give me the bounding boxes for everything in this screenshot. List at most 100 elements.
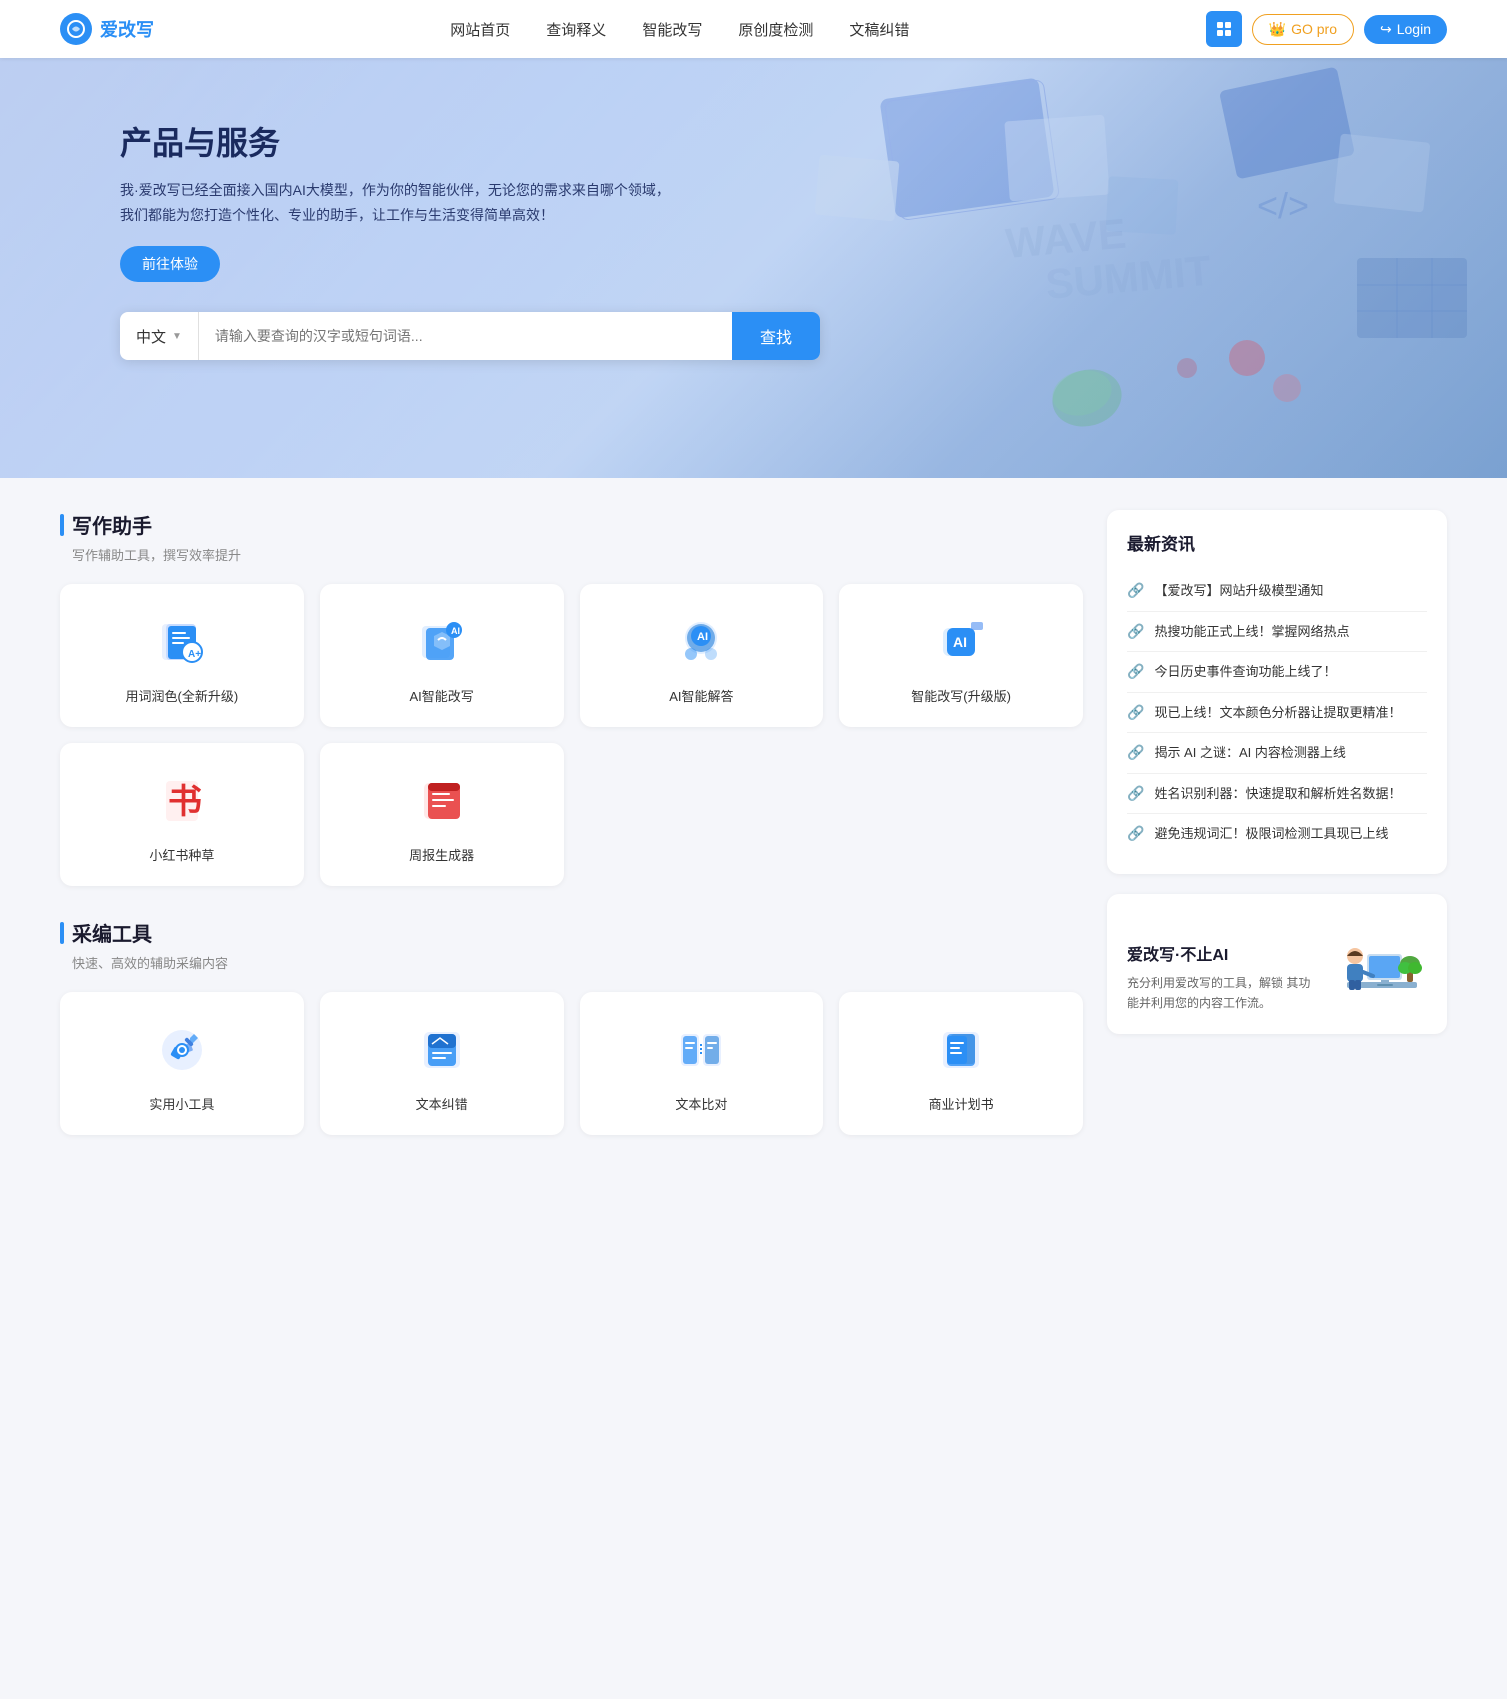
card-smart-rewrite-label: 智能改写(升级版) <box>911 686 1011 705</box>
main-right: 最新资讯 🔗 【爱改写】网站升级模型通知 🔗 热搜功能正式上线！掌握网络热点 🔗… <box>1107 510 1447 1167</box>
card-ai-rewrite[interactable]: AI AI智能改写 <box>320 584 564 727</box>
link-icon-4: 🔗 <box>1127 744 1144 761</box>
nav-proofread[interactable]: 文稿纠错 <box>849 19 909 40</box>
news-item-1[interactable]: 🔗 热搜功能正式上线！掌握网络热点 <box>1127 612 1427 653</box>
search-input[interactable] <box>199 312 732 360</box>
news-title: 最新资讯 <box>1127 530 1427 555</box>
news-panel: 最新资讯 🔗 【爱改写】网站升级模型通知 🔗 热搜功能正式上线！掌握网络热点 🔗… <box>1107 510 1447 874</box>
promo-illustration <box>1327 914 1427 1014</box>
promo-title: 爱改写·不止AI <box>1127 941 1317 965</box>
logo-icon <box>60 13 92 45</box>
svg-text:书: 书 <box>168 783 202 821</box>
login-icon: ↪ <box>1380 21 1392 38</box>
link-icon-6: 🔗 <box>1127 825 1144 842</box>
grid-button[interactable] <box>1206 11 1242 47</box>
promo-panel: 爱改写·不止AI 充分利用爱改写的工具，解锁 其功能并利用您的内容工作流。 <box>1107 894 1447 1034</box>
svg-text:A+: A+ <box>188 649 201 660</box>
card-ai-rewrite-label: AI智能改写 <box>409 686 473 705</box>
login-button[interactable]: ↪ Login <box>1364 15 1447 44</box>
card-smart-rewrite[interactable]: AI 智能改写(升级版) <box>839 584 1083 727</box>
news-item-5[interactable]: 🔗 姓名识别利器：快速提取和解析姓名数据！ <box>1127 774 1427 815</box>
svg-text:AI: AI <box>697 631 708 643</box>
nav-query[interactable]: 查询释义 <box>546 19 606 40</box>
news-text-6: 避免违规词汇！极限词检测工具现已上线 <box>1154 824 1388 844</box>
writing-cards-grid: A+ 用词润色(全新升级) AI <box>60 584 1083 886</box>
xiaohongshu-icon: 书 <box>152 771 212 831</box>
utility-tools-icon <box>152 1020 212 1080</box>
card-business-plan[interactable]: 商业计划书 <box>839 992 1083 1135</box>
card-ai-answer[interactable]: AI AI智能解答 <box>580 584 824 727</box>
card-writing-polish-label: 用词润色(全新升级) <box>126 686 239 705</box>
card-utility-tools[interactable]: 实用小工具 <box>60 992 304 1135</box>
card-text-correction-label: 文本纠错 <box>416 1094 468 1113</box>
logo-text: 爱改写 <box>100 16 154 42</box>
card-text-compare[interactable]: 文本比对 <box>580 992 824 1135</box>
nav-rewrite[interactable]: 智能改写 <box>642 19 702 40</box>
grid-icon <box>1217 22 1231 36</box>
search-bar: 中文 ▼ 查找 <box>120 312 820 360</box>
main-wrapper: 写作助手 写作辅助工具，撰写效率提升 <box>0 478 1507 1199</box>
hero-content: 产品与服务 我·爱改写已经全面接入国内AI大模型，作为你的智能伙伴，无论您的需求… <box>0 58 1507 282</box>
weekly-report-icon <box>412 771 472 831</box>
news-item-2[interactable]: 🔗 今日历史事件查询功能上线了！ <box>1127 652 1427 693</box>
text-compare-icon <box>671 1020 731 1080</box>
ai-answer-icon: AI <box>671 612 731 672</box>
card-text-compare-label: 文本比对 <box>675 1094 727 1113</box>
writing-section: 写作助手 写作辅助工具，撰写效率提升 <box>60 510 1083 886</box>
tools-title-bar <box>60 922 64 944</box>
promo-content: 爱改写·不止AI 充分利用爱改写的工具，解锁 其功能并利用您的内容工作流。 <box>1127 941 1317 1014</box>
link-icon-5: 🔗 <box>1127 785 1144 802</box>
search-button[interactable]: 查找 <box>732 312 820 360</box>
writing-section-desc: 写作辅助工具，撰写效率提升 <box>72 545 1083 564</box>
writing-section-title: 写作助手 <box>60 510 1083 539</box>
news-item-3[interactable]: 🔗 现已上线！文本颜色分析器让提取更精准！ <box>1127 693 1427 734</box>
title-bar <box>60 514 64 536</box>
smart-rewrite-icon: AI <box>931 612 991 672</box>
link-icon-3: 🔗 <box>1127 704 1144 721</box>
card-utility-tools-label: 实用小工具 <box>149 1094 214 1113</box>
card-writing-polish[interactable]: A+ 用词润色(全新升级) <box>60 584 304 727</box>
news-item-0[interactable]: 🔗 【爱改写】网站升级模型通知 <box>1127 571 1427 612</box>
tools-cards-grid: 实用小工具 <box>60 992 1083 1135</box>
nav-actions: 👑 GO pro ↪ Login <box>1206 11 1447 47</box>
chevron-down-icon: ▼ <box>172 331 182 342</box>
card-weekly-report-label: 周报生成器 <box>409 845 474 864</box>
news-item-6[interactable]: 🔗 避免违规词汇！极限词检测工具现已上线 <box>1127 814 1427 854</box>
language-selector[interactable]: 中文 ▼ <box>120 312 199 360</box>
crown-icon: 👑 <box>1269 21 1286 38</box>
hero-title: 产品与服务 <box>120 118 1507 164</box>
news-text-5: 姓名识别利器：快速提取和解析姓名数据！ <box>1154 784 1401 804</box>
link-icon-0: 🔗 <box>1127 582 1144 599</box>
hero-desc: 我·爱改写已经全面接入国内AI大模型，作为你的智能伙伴，无论您的需求来自哪个领域… <box>120 178 680 228</box>
main-left: 写作助手 写作辅助工具，撰写效率提升 <box>60 510 1083 1167</box>
ai-rewrite-icon: AI <box>412 612 472 672</box>
link-icon-1: 🔗 <box>1127 623 1144 640</box>
go-pro-button[interactable]: 👑 GO pro <box>1252 14 1354 45</box>
news-text-2: 今日历史事件查询功能上线了！ <box>1154 662 1336 682</box>
news-text-0: 【爱改写】网站升级模型通知 <box>1154 581 1323 601</box>
card-weekly-report[interactable]: 周报生成器 <box>320 743 564 886</box>
card-xiaohongshu-label: 小红书种草 <box>149 845 214 864</box>
try-button[interactable]: 前往体验 <box>120 246 220 282</box>
card-xiaohongshu[interactable]: 书 小红书种草 <box>60 743 304 886</box>
nav-home[interactable]: 网站首页 <box>450 19 510 40</box>
news-item-4[interactable]: 🔗 揭示 AI 之谜：AI 内容检测器上线 <box>1127 733 1427 774</box>
logo[interactable]: 爱改写 <box>60 13 154 45</box>
tools-section-desc: 快速、高效的辅助采编内容 <box>72 953 1083 972</box>
text-correction-icon <box>412 1020 472 1080</box>
svg-text:AI: AI <box>451 626 460 636</box>
news-text-3: 现已上线！文本颜色分析器让提取更精准！ <box>1154 703 1401 723</box>
card-business-plan-label: 商业计划书 <box>929 1094 994 1113</box>
tools-section-title: 采编工具 <box>60 918 1083 947</box>
business-plan-icon <box>931 1020 991 1080</box>
language-label: 中文 <box>136 326 166 347</box>
tools-section: 采编工具 快速、高效的辅助采编内容 <box>60 918 1083 1135</box>
card-text-correction[interactable]: 文本纠错 <box>320 992 564 1135</box>
navbar: 爱改写 网站首页 查询释义 智能改写 原创度检测 文稿纠错 👑 GO pro ↪… <box>0 0 1507 58</box>
promo-desc: 充分利用爱改写的工具，解锁 其功能并利用您的内容工作流。 <box>1127 973 1317 1014</box>
news-text-1: 热搜功能正式上线！掌握网络热点 <box>1154 622 1349 642</box>
hero-section: WAVE SUMMIT </> 产品与服务 我·爱改写已经全面接入国内AI大模型… <box>0 58 1507 478</box>
card-ai-answer-label: AI智能解答 <box>669 686 733 705</box>
news-text-4: 揭示 AI 之谜：AI 内容检测器上线 <box>1154 743 1345 763</box>
nav-originality[interactable]: 原创度检测 <box>738 19 813 40</box>
